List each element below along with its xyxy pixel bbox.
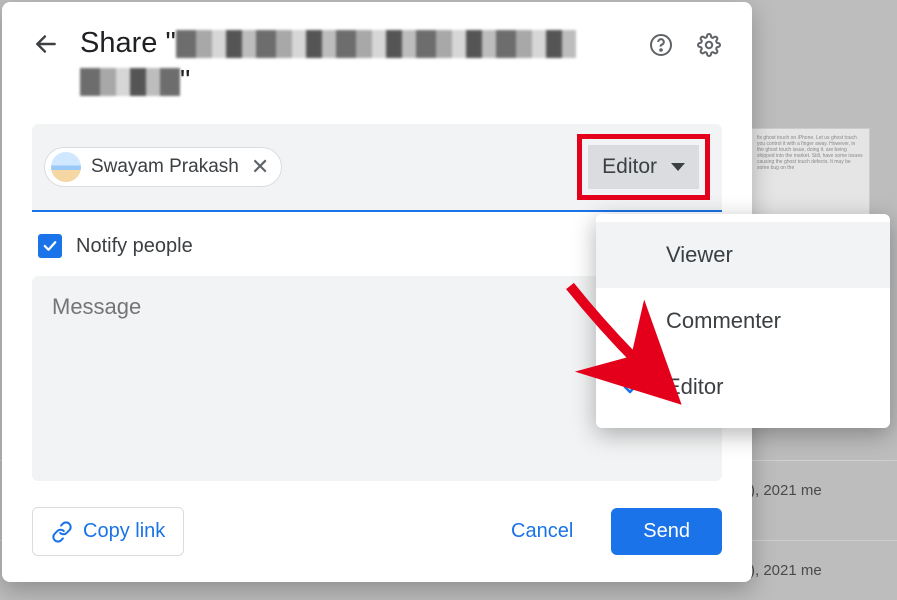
send-button[interactable]: Send <box>611 508 722 555</box>
help-icon[interactable] <box>648 32 674 58</box>
back-arrow-icon[interactable] <box>32 30 60 58</box>
header-icons <box>648 32 722 58</box>
notify-label: Notify people <box>76 235 193 258</box>
bg-thumbnail: fix ghost touch on iPhone. Let us ghost … <box>750 128 870 228</box>
dropdown-label: Viewer <box>666 242 733 268</box>
title-suffix: " <box>180 65 190 97</box>
avatar <box>51 152 81 182</box>
check-icon <box>620 375 644 399</box>
remove-chip-icon[interactable]: ✕ <box>249 154 271 180</box>
dropdown-option-editor[interactable]: Editor <box>596 354 890 420</box>
caret-down-icon <box>671 163 685 171</box>
dropdown-label: Commenter <box>666 308 781 334</box>
check-placeholder <box>620 309 644 333</box>
message-placeholder: Message <box>52 294 141 319</box>
check-placeholder <box>620 243 644 267</box>
role-label: Editor <box>602 155 657 179</box>
title-prefix: Share " <box>80 27 176 59</box>
role-button-highlight: Editor <box>577 134 710 200</box>
dialog-header: Share " " <box>32 24 722 100</box>
copy-link-label: Copy link <box>83 520 165 543</box>
people-input-row[interactable]: Swayam Prakash ✕ Editor <box>32 124 722 212</box>
dropdown-label: Editor <box>666 374 723 400</box>
notify-checkbox[interactable] <box>38 234 62 258</box>
person-chip: Swayam Prakash ✕ <box>44 147 282 187</box>
gear-icon[interactable] <box>696 32 722 58</box>
dropdown-option-commenter[interactable]: Commenter <box>596 288 890 354</box>
role-dropdown-button[interactable]: Editor <box>588 145 699 189</box>
cancel-button[interactable]: Cancel <box>487 508 597 555</box>
copy-link-button[interactable]: Copy link <box>32 507 184 556</box>
dropdown-option-viewer[interactable]: Viewer <box>596 222 890 288</box>
person-name: Swayam Prakash <box>91 156 239 178</box>
dialog-title: Share " " <box>80 24 628 100</box>
dialog-footer: Copy link Cancel Send <box>32 481 722 556</box>
role-dropdown-menu: Viewer Commenter Editor <box>596 214 890 428</box>
